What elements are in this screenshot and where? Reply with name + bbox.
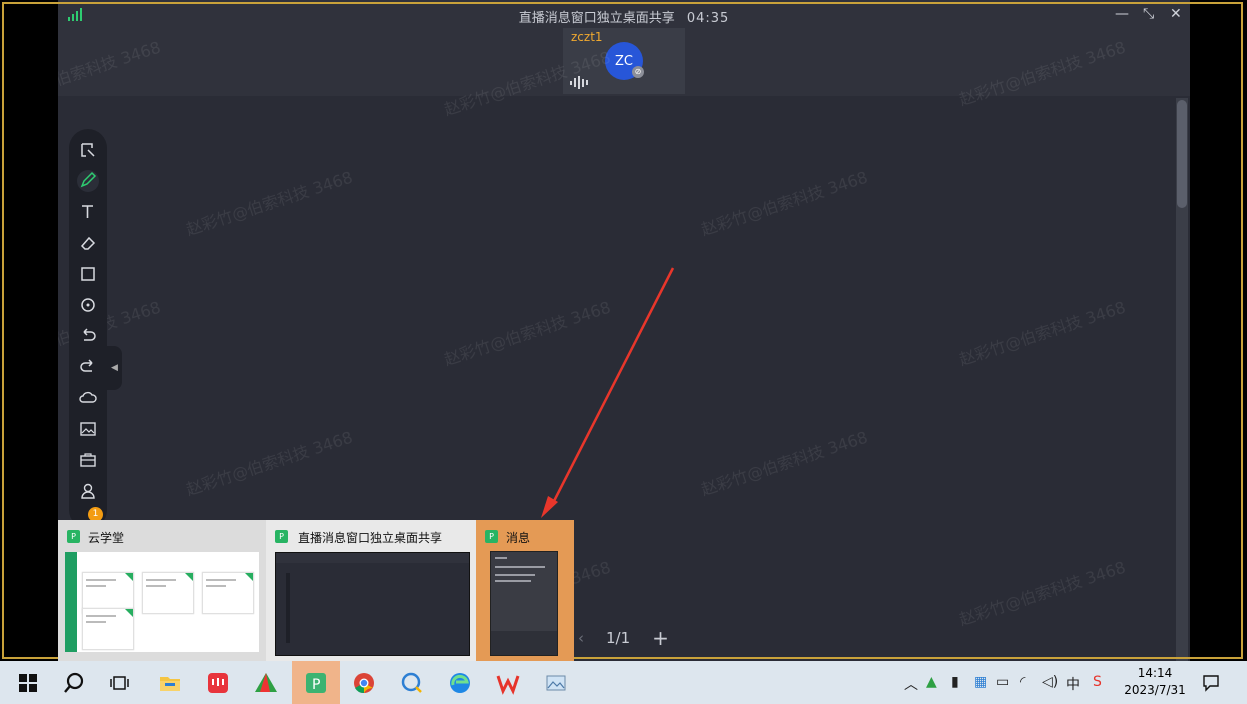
tray-app-triangle-icon[interactable]: ▲ — [926, 674, 937, 690]
sogou-ime-icon[interactable]: S — [1093, 674, 1102, 690]
battery-icon[interactable]: ▭ — [996, 674, 1009, 690]
svg-text:P: P — [312, 677, 320, 693]
preview-thumbnail — [275, 552, 470, 656]
photo-viewer-icon — [546, 675, 566, 690]
letterbox-right — [1190, 0, 1247, 661]
volume-icon[interactable]: ◁) — [1042, 674, 1058, 690]
page-indicator: 1/1 — [606, 629, 631, 647]
close-button[interactable]: ✕ — [1170, 6, 1182, 22]
windows-logo-icon — [19, 673, 37, 692]
taskbar-chrome[interactable] — [340, 661, 388, 704]
watermark: 赵彩竹@伯索科技 3468 — [698, 427, 870, 500]
minimize-button[interactable]: — — [1115, 6, 1129, 22]
app-logo-icon — [255, 672, 277, 692]
watermark: 赵彩竹@伯索科技 3468 — [183, 427, 355, 500]
input-method-icon[interactable]: 中 — [1066, 674, 1080, 694]
pen-icon[interactable] — [77, 170, 99, 192]
windows-taskbar: P ︿ ▲ ▮ ▦ ▭ ◜ ◁) 中 S 14:14 2023/7/31 — [0, 661, 1247, 704]
eraser-icon[interactable] — [77, 232, 99, 254]
tray-app-blue-icon[interactable]: ▦ — [974, 674, 987, 690]
search-button[interactable] — [50, 661, 98, 704]
system-clock[interactable]: 14:14 2023/7/31 — [1118, 665, 1192, 699]
session-timer: 04:35 — [686, 11, 730, 26]
watermark: 赵彩竹@伯索科技 3468 — [441, 297, 613, 370]
microphone-icon[interactable]: ▮ — [951, 674, 959, 690]
text-icon[interactable] — [77, 201, 99, 223]
toolbox-icon[interactable] — [77, 449, 99, 471]
preview-title: 直播消息窗口独立桌面共享 — [298, 531, 443, 545]
taskbar-edge[interactable] — [436, 661, 484, 704]
notification-center-button[interactable] — [1201, 673, 1221, 697]
wps-icon — [496, 675, 520, 695]
taskbar-wps[interactable] — [484, 661, 532, 704]
mic-muted-icon: ⊘ — [632, 66, 644, 78]
toolbar-collapse-button[interactable]: ◀ — [107, 346, 122, 390]
shape-icon[interactable] — [77, 263, 99, 285]
taskbar-app-red[interactable] — [194, 661, 242, 704]
search-icon — [64, 672, 84, 693]
watermark: 赵彩竹@伯索科技 3468 — [956, 557, 1128, 630]
cloud-upload-icon[interactable] — [77, 387, 99, 409]
participant-name: zczt1 — [571, 30, 603, 44]
clock-date: 2023/7/31 — [1124, 683, 1186, 697]
taskbar-chat-app[interactable] — [388, 661, 436, 704]
watermark: 赵彩竹@伯索科技 3468 — [698, 167, 870, 240]
whiteboard-toolbar — [69, 129, 107, 529]
chat-icon — [401, 672, 422, 693]
window-preview-2[interactable]: P 直播消息窗口独立桌面共享 — [266, 520, 476, 661]
letterbox-left — [0, 0, 58, 661]
undo-icon[interactable] — [77, 325, 99, 347]
page-navigator: ‹ 1/1 + — [578, 626, 669, 650]
window-preview-1[interactable]: P 云学堂 — [58, 520, 266, 661]
window-title: 直播消息窗口独立桌面共享 04:35 — [58, 7, 1190, 26]
taskbar-window-previews: P 云学堂 P 直播消息窗口独立桌面共享 P 消息 — [58, 520, 574, 661]
app-icon: P — [67, 530, 80, 543]
preview-thumbnail — [490, 551, 558, 656]
restore-button[interactable]: ⤡ — [1143, 6, 1154, 22]
taskbar-cloud-classroom[interactable]: P — [292, 661, 340, 704]
window-title-text: 直播消息窗口独立桌面共享 — [518, 11, 675, 26]
app-icon: P — [275, 530, 288, 543]
edge-icon — [450, 672, 470, 693]
app-icon: P — [485, 530, 498, 543]
watermark: 赵彩竹@伯索科技 3468 — [183, 167, 355, 240]
task-view-button[interactable] — [96, 661, 144, 704]
preview-title: 消息 — [506, 531, 531, 545]
preview-title: 云学堂 — [88, 531, 125, 545]
add-page-button[interactable]: + — [652, 626, 669, 650]
app-logo-icon — [208, 672, 228, 693]
taskbar-file-explorer[interactable] — [146, 661, 194, 704]
laser-pointer-icon[interactable] — [77, 294, 99, 316]
image-icon[interactable] — [77, 418, 99, 440]
show-hidden-icons-chevron-icon[interactable]: ︿ — [904, 674, 918, 694]
scrollbar-thumb[interactable] — [1177, 100, 1187, 208]
app-logo-icon: P — [306, 672, 326, 693]
watermark: 赵彩竹@伯索科技 3468 — [956, 297, 1128, 370]
wifi-icon[interactable]: ◜ — [1020, 674, 1025, 690]
user-icon[interactable] — [77, 480, 99, 502]
clock-time: 14:14 — [1137, 666, 1173, 680]
start-button[interactable] — [4, 661, 52, 704]
taskbar-app-triangle[interactable] — [242, 661, 290, 704]
select-icon[interactable] — [77, 139, 99, 161]
notification-icon — [1203, 675, 1219, 692]
task-view-icon — [110, 675, 129, 690]
prev-page-button[interactable]: ‹ — [578, 629, 584, 647]
chrome-icon — [354, 672, 374, 693]
canvas-scrollbar[interactable] — [1176, 98, 1188, 661]
folder-icon — [160, 676, 180, 691]
redo-icon[interactable] — [77, 356, 99, 378]
preview-thumbnail — [65, 552, 259, 652]
taskbar-photos[interactable] — [532, 661, 580, 704]
window-preview-3[interactable]: P 消息 — [476, 520, 574, 661]
